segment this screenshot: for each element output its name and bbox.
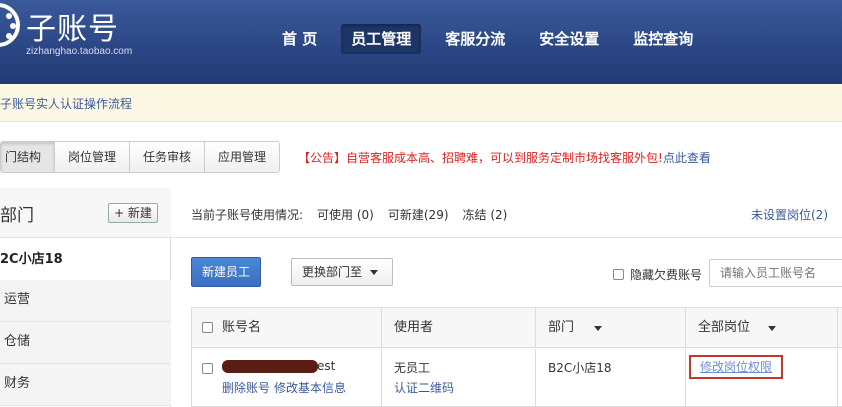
chevron-down-icon bbox=[594, 326, 602, 331]
hide-arrears-label: 隐藏欠费账号 bbox=[630, 268, 703, 282]
department-header: 部门 + 新建 bbox=[0, 188, 171, 238]
column-department[interactable]: 部门 bbox=[536, 308, 686, 348]
department-item[interactable]: 财务 bbox=[0, 364, 171, 406]
user-cell: 无员工 认证二维码 bbox=[382, 349, 536, 407]
nav-security-settings[interactable]: 安全设置 bbox=[529, 24, 609, 54]
usage-stats: 当前子账号使用情况: 可使用 (0) 可新建(29) 冻结 (2) 未设置岗位(2) bbox=[171, 188, 842, 238]
redacted-account-name bbox=[222, 360, 318, 373]
table-row: est 删除账号 修改基本信息 bbox=[192, 349, 382, 407]
column-account: 账号名 bbox=[192, 308, 382, 348]
frozen-count: 冻结 (2) bbox=[462, 208, 508, 222]
column-positions-label: 全部岗位 bbox=[698, 320, 751, 335]
department-panel: 部门 + 新建 2C小店18 运营 仓储 财务 bbox=[0, 188, 171, 407]
nav-employee-management[interactable]: 员工管理 bbox=[341, 24, 422, 54]
nav-monitoring[interactable]: 监控查询 bbox=[623, 24, 703, 54]
employee-table: 账号名 使用者 部门 全部岗位 est 删除账号 修改基本信息 无员工 认证二维码… bbox=[191, 307, 842, 407]
row-actions: 删除账号 修改基本信息 bbox=[222, 379, 350, 396]
column-user: 使用者 bbox=[382, 308, 536, 348]
sub-tabs: 门结构 岗位管理 任务审核 应用管理 bbox=[0, 141, 281, 173]
main-nav: 首 页 员工管理 客服分流 安全设置 监控查询 bbox=[272, 24, 703, 54]
column-positions[interactable]: 全部岗位 bbox=[686, 308, 838, 348]
verification-guide-link[interactable]: 子账号实人认证操作流程 bbox=[0, 95, 132, 112]
announcement: 【公告】自营客服成本高、招聘难，可以到服务定制市场找客服外包!点此查看 bbox=[298, 149, 711, 166]
department-value: B2C小店18 bbox=[548, 361, 612, 375]
department-item[interactable]: 运营 bbox=[0, 280, 171, 322]
notice-bar: 子账号实人认证操作流程 bbox=[0, 84, 842, 122]
column-department-label: 部门 bbox=[548, 320, 575, 335]
logo-subtitle: zizhanghao.taobao.com bbox=[26, 46, 133, 57]
account-name-suffix: est bbox=[317, 359, 336, 373]
hide-arrears-checkbox[interactable] bbox=[613, 269, 624, 280]
new-department-button[interactable]: + 新建 bbox=[108, 203, 158, 223]
top-header: 子账号 zizhanghao.taobao.com 首 页 员工管理 客服分流 … bbox=[0, 0, 842, 84]
tab-position-management[interactable]: 岗位管理 bbox=[55, 142, 131, 172]
announcement-text: 【公告】自营客服成本高、招聘难，可以到服务定制市场找客服外包! bbox=[298, 151, 663, 165]
nav-home[interactable]: 首 页 bbox=[272, 24, 327, 54]
logo-title: 子账号 bbox=[26, 12, 119, 47]
unset-position-link[interactable]: 未设置岗位(2) bbox=[751, 206, 828, 223]
department-cell: B2C小店18 bbox=[536, 349, 686, 407]
delete-account-link[interactable]: 删除账号 bbox=[222, 381, 270, 395]
creatable-count: 可新建(29) bbox=[387, 208, 449, 222]
nav-customer-service-routing[interactable]: 客服分流 bbox=[435, 24, 515, 54]
row-checkbox[interactable] bbox=[202, 363, 213, 374]
select-all-checkbox[interactable] bbox=[202, 322, 213, 333]
column-user-label: 使用者 bbox=[394, 320, 434, 335]
edit-position-permissions-link[interactable]: 修改岗位权限 bbox=[689, 355, 783, 379]
announcement-link[interactable]: 点此查看 bbox=[663, 151, 711, 165]
chevron-down-icon bbox=[768, 326, 776, 331]
move-department-dropdown[interactable]: 更换部门至 bbox=[291, 258, 393, 286]
department-list: 运营 仓储 财务 bbox=[0, 280, 171, 406]
user-name: 无员工 bbox=[394, 361, 431, 375]
hide-arrears-toggle[interactable]: 隐藏欠费账号 bbox=[613, 266, 702, 283]
move-department-label: 更换部门至 bbox=[302, 265, 363, 279]
table-header: 账号名 使用者 部门 全部岗位 bbox=[192, 308, 842, 348]
tab-task-review[interactable]: 任务审核 bbox=[130, 142, 206, 172]
employee-search-input[interactable] bbox=[709, 259, 842, 287]
tab-app-management[interactable]: 应用管理 bbox=[205, 142, 280, 172]
department-item[interactable]: 仓储 bbox=[0, 322, 171, 364]
positions-cell: 修改岗位权限 bbox=[686, 349, 838, 407]
new-employee-button[interactable]: 新建员工 bbox=[191, 257, 261, 287]
usage-summary: 当前子账号使用情况: 可使用 (0) 可新建(29) 冻结 (2) bbox=[191, 206, 521, 223]
verification-qr-link[interactable]: 认证二维码 bbox=[394, 379, 454, 396]
department-title: 部门 bbox=[0, 206, 34, 226]
shop-name[interactable]: 2C小店18 bbox=[0, 248, 63, 267]
tab-department-structure[interactable]: 门结构 bbox=[1, 142, 56, 172]
usage-label: 当前子账号使用情况: bbox=[191, 208, 304, 222]
column-account-label: 账号名 bbox=[222, 320, 262, 335]
edit-info-link[interactable]: 修改基本信息 bbox=[274, 381, 346, 395]
available-count: 可使用 (0) bbox=[317, 208, 374, 222]
logo-icon bbox=[0, 3, 20, 47]
chevron-down-icon bbox=[370, 270, 379, 275]
